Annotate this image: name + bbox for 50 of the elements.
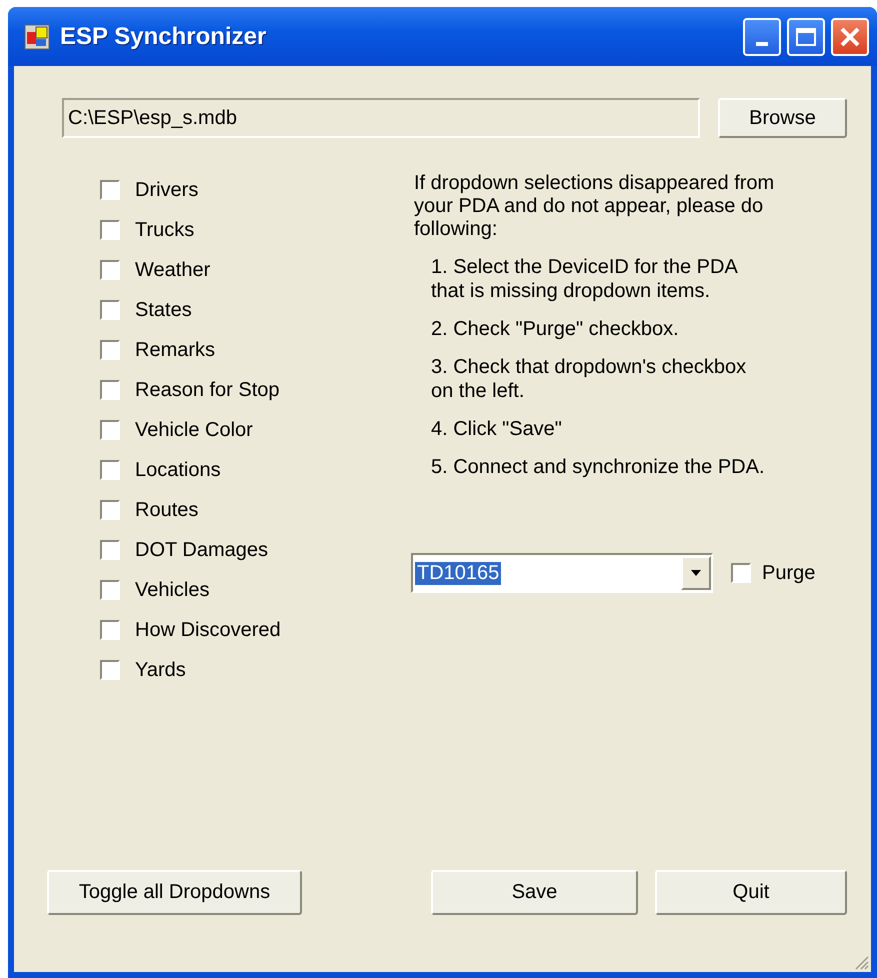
checkbox-label: Yards — [135, 658, 186, 682]
instructions-text: If dropdown selections disappeared from your PDA and do not appear, please do following: — [414, 172, 776, 241]
instruction-step: 5. Connect and synchronize the PDA. — [431, 455, 816, 479]
checkbox-label: Locations — [135, 458, 221, 482]
toggle-button[interactable]: Toggle all Dropdowns — [47, 870, 302, 915]
minimize-button[interactable] — [743, 18, 781, 56]
checkbox[interactable] — [731, 563, 751, 583]
checkbox-label: How Discovered — [135, 618, 281, 642]
checkbox[interactable] — [100, 260, 120, 280]
checkbox[interactable] — [100, 460, 120, 480]
window-title: ESP Synchronizer — [60, 22, 268, 50]
checkbox[interactable] — [100, 540, 120, 560]
quit-button[interactable]: Quit — [655, 870, 847, 915]
checkbox[interactable] — [100, 420, 120, 440]
checkbox-label: States — [135, 298, 192, 322]
close-button[interactable] — [831, 18, 869, 56]
checkbox-label: Vehicle Color — [135, 418, 253, 442]
instruction-step: 2. Check "Purge" checkbox. — [431, 317, 816, 341]
checkbox[interactable] — [100, 180, 120, 200]
resize-grip-icon — [853, 954, 869, 970]
caret-icon — [690, 569, 702, 577]
checkbox[interactable] — [100, 580, 120, 600]
instruction-step: 4. Click "Save" — [431, 417, 816, 441]
checkbox[interactable] — [100, 500, 120, 520]
instruction-step: 1. Select the DeviceID for the PDA that is missing dropdown items. — [431, 255, 816, 303]
checkbox-label: Weather — [135, 258, 210, 282]
checkbox[interactable] — [100, 220, 120, 240]
checkbox[interactable] — [100, 380, 120, 400]
dropdown-arrow-button[interactable] — [681, 556, 711, 590]
checkbox-label: Drivers — [135, 178, 198, 202]
checkbox[interactable] — [100, 620, 120, 640]
app-icon — [24, 24, 50, 50]
browse-button[interactable]: Browse — [718, 98, 847, 138]
checkbox-label: Remarks — [135, 338, 216, 362]
purge-label: Purge — [762, 562, 816, 584]
maximize-button[interactable] — [787, 18, 825, 56]
save-button[interactable]: Save — [431, 870, 638, 915]
checkbox-label: Routes — [135, 498, 198, 522]
checkbox[interactable] — [100, 660, 120, 680]
device-value: TD10165 — [415, 562, 502, 584]
checkbox-label: DOT Damages — [135, 538, 268, 562]
instruction-step: 3. Check that dropdown's checkbox on the left. — [431, 355, 816, 403]
checkbox[interactable] — [100, 340, 120, 360]
checkbox[interactable] — [100, 300, 120, 320]
checkbox-label: Reason for Stop — [135, 378, 280, 402]
path-field[interactable]: C:\ESP\esp_s.mdb — [62, 98, 700, 138]
device-dropdown[interactable]: TD10165 — [411, 553, 713, 593]
checkbox-label: Trucks — [135, 218, 194, 242]
close-icon — [838, 24, 862, 48]
checkbox-label: Vehicles — [135, 578, 210, 602]
